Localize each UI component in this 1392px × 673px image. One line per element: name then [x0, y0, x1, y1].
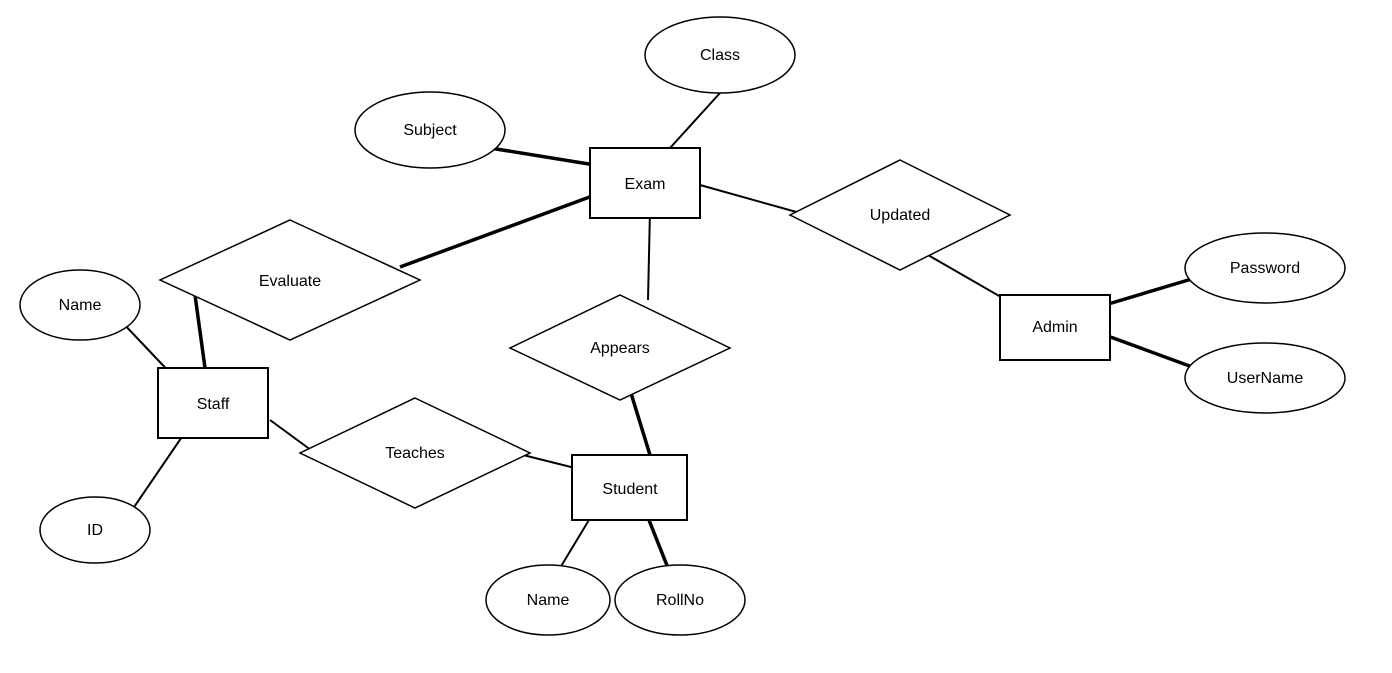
id-staff-label: ID — [87, 522, 103, 539]
student-label: Student — [602, 481, 658, 498]
appears-label: Appears — [590, 340, 650, 357]
line-admin-username — [1105, 335, 1195, 368]
line-exam-updated — [700, 185, 800, 213]
line-id-staff — [130, 428, 188, 513]
line-staff-teaches — [270, 420, 315, 453]
name-student-label: Name — [527, 592, 570, 609]
line-subject-exam — [490, 148, 595, 165]
line-admin-password — [1105, 278, 1195, 305]
subject-label: Subject — [403, 122, 457, 139]
rollno-label: RollNo — [656, 592, 704, 609]
er-diagram: Evaluate Appears Updated Teaches Exam St… — [0, 0, 1392, 668]
class-label: Class — [700, 47, 740, 64]
exam-label: Exam — [625, 176, 666, 193]
password-label: Password — [1230, 260, 1300, 277]
line-exam-evaluate — [400, 195, 595, 267]
staff-label: Staff — [197, 396, 230, 413]
line-class-exam — [670, 93, 720, 148]
username-label: UserName — [1227, 370, 1304, 387]
line-evaluate-staff — [195, 295, 205, 368]
line-exam-appears — [648, 210, 650, 300]
line-appears-student — [630, 390, 650, 455]
evaluate-label: Evaluate — [259, 273, 321, 290]
name-staff-label: Name — [59, 297, 102, 314]
updated-label: Updated — [870, 207, 931, 224]
teaches-label: Teaches — [385, 445, 445, 462]
admin-label: Admin — [1032, 319, 1077, 336]
